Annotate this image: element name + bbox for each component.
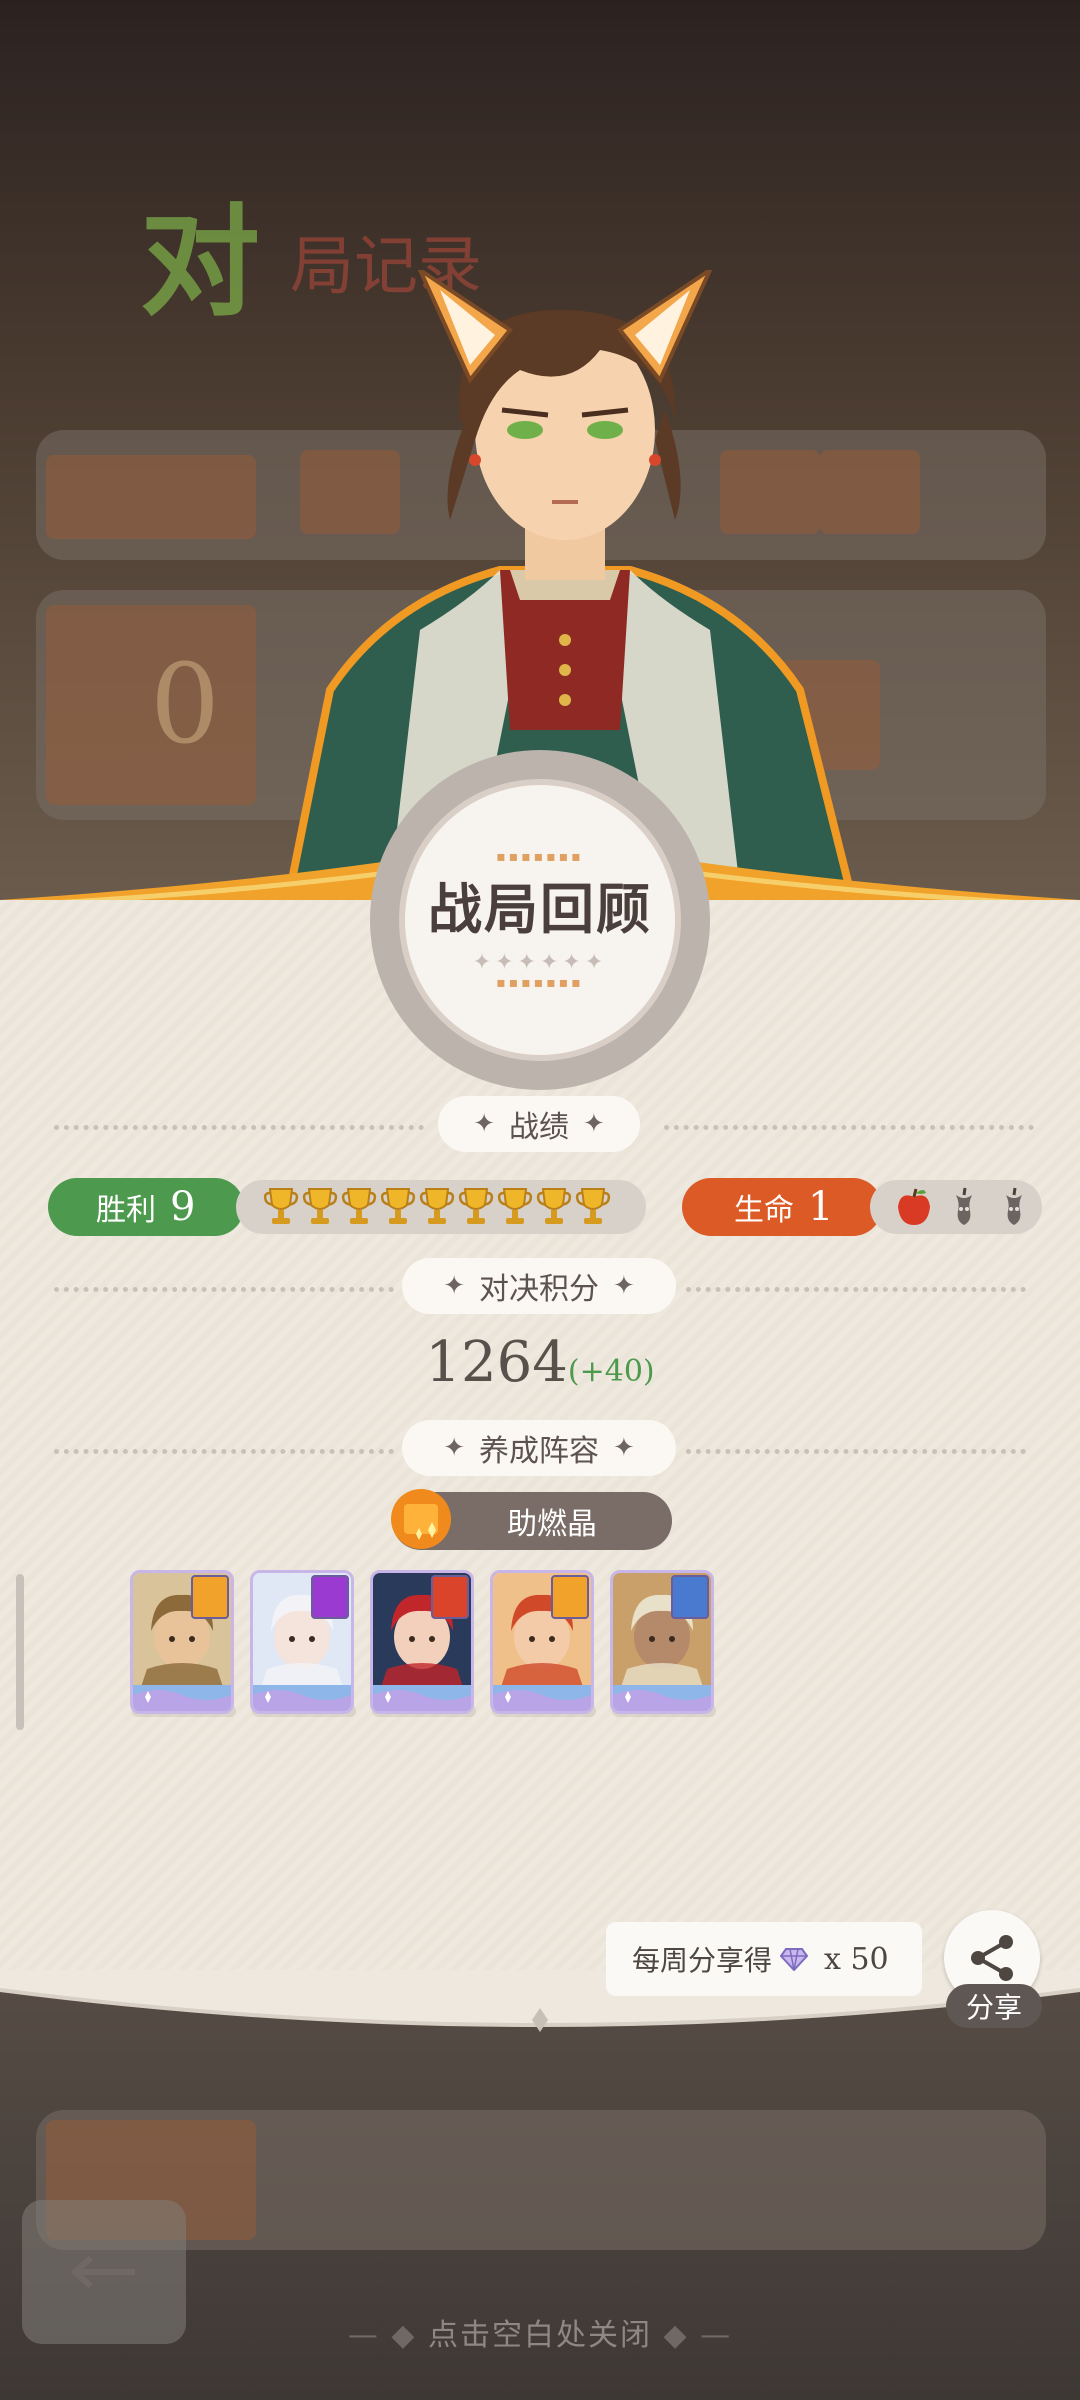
score-value: 1264 bbox=[425, 1330, 568, 1395]
hero-card-hero-witch[interactable] bbox=[370, 1570, 474, 1714]
trophy-icon bbox=[497, 1188, 533, 1224]
page-title: 战局回顾 bbox=[428, 877, 652, 941]
apple-core-icon bbox=[956, 1187, 972, 1225]
trophy-icon bbox=[341, 1188, 377, 1224]
crystal-label: 助燃晶 bbox=[507, 1507, 597, 1542]
sparkle-icon: ✦ bbox=[443, 1433, 465, 1463]
share-icon bbox=[971, 1935, 1013, 1981]
section-header-record: ✦ 战绩 ✦ bbox=[0, 1096, 1080, 1156]
wins-value: 9 bbox=[170, 1184, 196, 1230]
close-hint-text: 点击空白处关闭 bbox=[428, 2318, 652, 2353]
hero-card-hero-redhead[interactable] bbox=[490, 1570, 594, 1714]
sparkle-icon: ✦ bbox=[613, 1433, 635, 1463]
hero-type-icon bbox=[311, 1575, 349, 1619]
decoration-dash: — ◆ bbox=[347, 2318, 428, 2353]
hero-card-hero-dwarf[interactable] bbox=[130, 1570, 234, 1714]
section-label: 对决积分 bbox=[479, 1272, 599, 1307]
badge-decoration: ▪▪▪▪▪▪▪ bbox=[496, 849, 584, 865]
badge-star-row: ✦✦✦✦✦✦ bbox=[472, 950, 608, 975]
background-card-score: 0 bbox=[150, 640, 220, 768]
back-arrow-icon bbox=[70, 2255, 135, 2289]
hero-type-icon bbox=[191, 1575, 229, 1619]
section-header-lineup: ✦ 养成阵容 ✦ bbox=[0, 1420, 1080, 1480]
trophy-row bbox=[236, 1180, 646, 1234]
diamond-icon bbox=[780, 1948, 809, 1971]
trophy-icon bbox=[302, 1188, 338, 1224]
decoration-dash: ◆ — bbox=[652, 2318, 733, 2353]
trophy-icon bbox=[458, 1188, 494, 1224]
share-reward-mult: x 50 bbox=[824, 1941, 889, 1977]
hero-type-icon bbox=[551, 1575, 589, 1619]
share-reward-text: 每周分享得 bbox=[632, 1944, 773, 1977]
sparkle-icon: ✦ bbox=[583, 1109, 605, 1139]
badge-decoration: ▪▪▪▪▪▪▪ bbox=[496, 975, 584, 991]
wins-badge: 胜利 9 bbox=[48, 1178, 244, 1236]
crystal-icon bbox=[391, 1489, 451, 1549]
score-delta: (+40) bbox=[567, 1354, 655, 1389]
sparkle-icon: ✦ bbox=[473, 1109, 495, 1139]
trophy-icon bbox=[575, 1188, 611, 1224]
sparkle-icon: ✦ bbox=[443, 1271, 465, 1301]
background-title-char: 对 bbox=[140, 192, 260, 333]
trophy-icon bbox=[536, 1188, 572, 1224]
trophy-icon bbox=[263, 1188, 299, 1224]
section-label: 养成阵容 bbox=[479, 1434, 599, 1469]
lineup-scroll-indicator[interactable] bbox=[16, 1574, 24, 1730]
duel-score: 1264(+40) bbox=[0, 1330, 1080, 1395]
close-hint[interactable]: — ◆ 点击空白处关闭 ◆ — bbox=[0, 2310, 1080, 2354]
weekly-share-reward: 每周分享得 x 50 bbox=[606, 1922, 922, 1996]
trophy-icon bbox=[419, 1188, 455, 1224]
hero-type-icon bbox=[431, 1575, 469, 1619]
section-header-score: ✦ 对决积分 ✦ bbox=[0, 1258, 1080, 1318]
life-apple-row bbox=[870, 1180, 1042, 1234]
lives-label: 生命 bbox=[734, 1193, 794, 1228]
hero-card-hero-brute[interactable] bbox=[610, 1570, 714, 1714]
apple-core-icon bbox=[1006, 1187, 1022, 1225]
wins-label: 胜利 bbox=[96, 1193, 156, 1228]
hero-card-hero-snow-mage[interactable] bbox=[250, 1570, 354, 1714]
section-label: 战绩 bbox=[509, 1110, 569, 1145]
crystal-badge[interactable]: 助燃晶 bbox=[391, 1489, 672, 1550]
sparkle-icon: ✦ bbox=[613, 1271, 635, 1301]
review-title-badge: ▪▪▪▪▪▪▪ 战局回顾 ✦✦✦✦✦✦ ▪▪▪▪▪▪▪ bbox=[370, 750, 710, 1090]
trophy-icon bbox=[380, 1188, 416, 1224]
lives-value: 1 bbox=[808, 1184, 834, 1230]
share-button-label[interactable]: 分享 bbox=[946, 1984, 1042, 2028]
background-thumb bbox=[46, 455, 256, 539]
hero-type-icon bbox=[671, 1575, 709, 1619]
lives-badge: 生命 1 bbox=[682, 1178, 882, 1236]
apple-icon bbox=[898, 1188, 930, 1225]
